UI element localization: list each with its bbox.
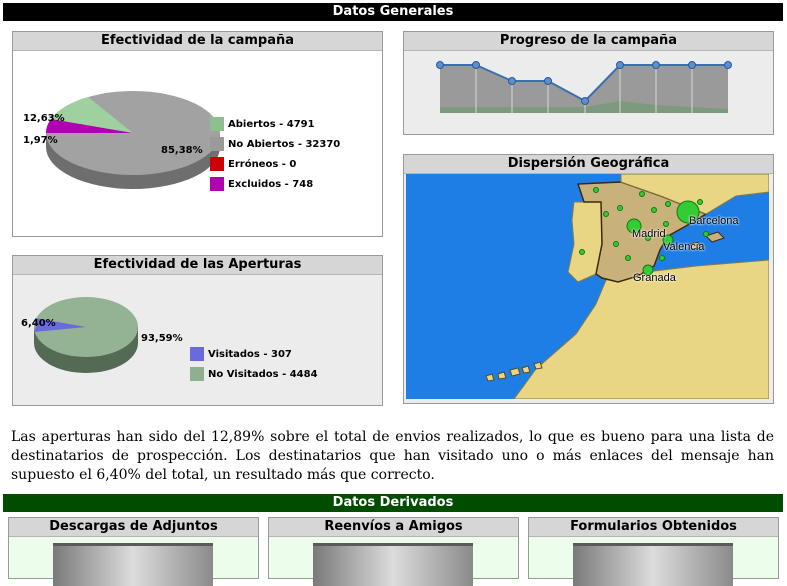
- city-label-madrid: Madrid: [632, 228, 666, 240]
- legend-swatch: [190, 367, 204, 381]
- city-label-valencia: Valencia: [663, 241, 705, 253]
- legend-item-errors: Erróneos - 0: [210, 157, 340, 171]
- legend-item-visited: Visitados - 307: [190, 347, 318, 361]
- slice-label-opened: 12,63%: [23, 113, 65, 124]
- legend-item-opened: Abiertos - 4791: [210, 117, 340, 131]
- panel-title: Reenvíos a Amigos: [269, 518, 518, 537]
- legend-swatch: [210, 177, 224, 191]
- spain-map: [485, 174, 769, 399]
- panel-body: [269, 537, 518, 586]
- map-frame: Madrid Barcelona Valencia Granada: [406, 174, 769, 399]
- panel-title: Descargas de Adjuntos: [9, 518, 258, 537]
- derived-panel-forwards: Reenvíos a Amigos: [268, 517, 519, 586]
- panel-title: Progreso de la campaña: [404, 32, 773, 51]
- section-header-derived: Datos Derivados: [3, 494, 783, 512]
- campaign-legend: Abiertos - 4791 No Abiertos - 32370 Erró…: [210, 117, 340, 197]
- slice-label-unopened: 85,38%: [161, 145, 203, 156]
- legend-item-unopened: No Abiertos - 32370: [210, 137, 340, 151]
- panel-title: Formularios Obtenidos: [529, 518, 778, 537]
- geo-dispersion-panel: Dispersión Geográfica Madrid Barcelona V…: [403, 154, 774, 404]
- opens-legend: Visitados - 307 No Visitados - 4484: [190, 347, 318, 387]
- section-header-general: Datos Generales: [3, 3, 783, 21]
- city-label-barcelona: Barcelona: [689, 215, 739, 227]
- summary-text: Las aperturas han sido del 12,89% sobre …: [11, 429, 774, 483]
- slice-label-not-visited: 93,59%: [141, 333, 183, 344]
- panel-title: Dispersión Geográfica: [404, 155, 773, 174]
- opens-effectiveness-panel: Efectividad de las Aperturas 6,40% 93,59…: [12, 255, 383, 406]
- panel-body: [529, 537, 778, 586]
- progress-area-chart: [436, 61, 732, 113]
- legend-swatch: [210, 117, 224, 131]
- bar-graphic: [313, 543, 473, 586]
- panel-title: Efectividad de la campaña: [13, 32, 382, 51]
- campaign-progress-panel: Progreso de la campaña: [403, 31, 774, 135]
- legend-swatch: [210, 137, 224, 151]
- legend-swatch: [210, 157, 224, 171]
- legend-item-excluded: Excluidos - 748: [210, 177, 340, 191]
- bar-graphic: [53, 543, 213, 586]
- slice-label-excluded: 1,97%: [23, 135, 58, 146]
- legend-swatch: [190, 347, 204, 361]
- derived-panel-forms: Formularios Obtenidos: [528, 517, 779, 586]
- legend-item-not-visited: No Visitados - 4484: [190, 367, 318, 381]
- panel-body: [9, 537, 258, 586]
- bar-graphic: [573, 543, 733, 586]
- derived-panel-downloads: Descargas de Adjuntos: [8, 517, 259, 586]
- slice-label-visited: 6,40%: [21, 318, 56, 329]
- city-label-granada: Granada: [633, 272, 676, 284]
- panel-title: Efectividad de las Aperturas: [13, 256, 382, 275]
- campaign-effectiveness-panel: Efectividad de la campaña 12,63% 1,97% 8…: [12, 31, 383, 237]
